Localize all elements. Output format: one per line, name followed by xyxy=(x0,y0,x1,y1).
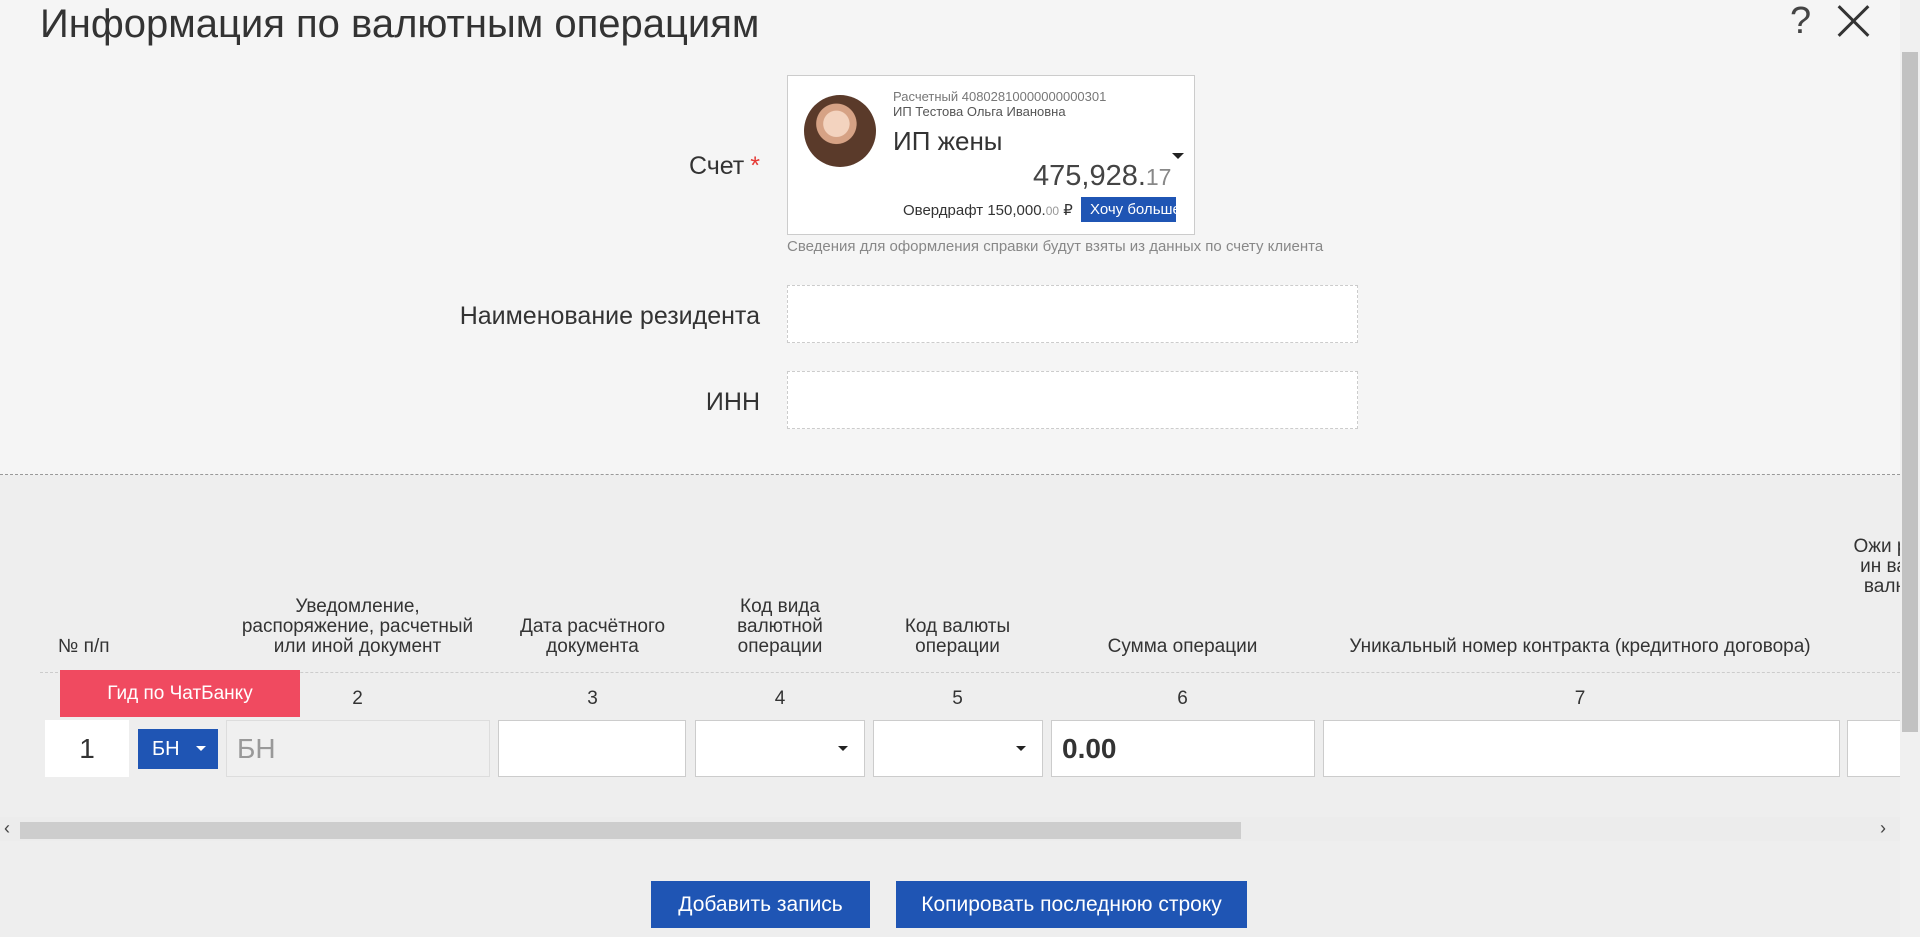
row-number: 1 xyxy=(45,720,129,777)
account-owner: ИП Тестова Ольга Ивановна xyxy=(893,104,1066,119)
add-record-button[interactable]: Добавить запись xyxy=(651,881,870,928)
document-field[interactable]: БН xyxy=(226,720,490,777)
overdraft-label: Овердрафт xyxy=(903,202,984,219)
chevron-down-icon xyxy=(838,746,848,751)
chevron-down-icon[interactable] xyxy=(1172,153,1184,159)
scroll-right-icon[interactable]: › xyxy=(1880,818,1886,838)
ruble-icon: ₽ xyxy=(1063,202,1073,219)
required-mark: * xyxy=(750,152,760,180)
section-divider xyxy=(0,474,1900,475)
col-number-4: 4 xyxy=(774,688,786,709)
chatbank-guide-button[interactable]: Гид по ЧатБанку xyxy=(60,670,300,717)
col-number-3: 3 xyxy=(587,688,598,709)
balance-cents: 17 xyxy=(1145,164,1172,190)
resident-name-label: Наименование резидента xyxy=(459,302,760,330)
contract-field[interactable] xyxy=(1323,720,1840,777)
date-field[interactable] xyxy=(498,720,686,777)
account-number: Расчетный 40802810000000000301 xyxy=(893,89,1107,104)
scroll-left-icon[interactable]: ‹ xyxy=(4,818,10,838)
op-code-select[interactable] xyxy=(695,720,865,777)
col-header-contract: Уникальный номер контракта (кредитного д… xyxy=(1349,636,1811,657)
col-header-date: Дата расчётного документа xyxy=(519,616,666,657)
expected-field[interactable] xyxy=(1847,720,1907,777)
doc-type-dropdown[interactable]: БН xyxy=(138,729,218,769)
account-selector[interactable]: Расчетный 40802810000000000301 ИП Тестов… xyxy=(787,75,1195,235)
col-header-sum: Сумма операции xyxy=(1107,636,1258,657)
header-divider xyxy=(40,672,1900,673)
account-balance: 475,928.17 xyxy=(1033,160,1171,193)
inn-field[interactable] xyxy=(787,371,1358,429)
copy-last-row-button[interactable]: Копировать последнюю строку xyxy=(896,881,1247,928)
sum-field[interactable]: 0.00 xyxy=(1051,720,1315,777)
close-icon[interactable] xyxy=(1836,2,1872,38)
col-number-6: 6 xyxy=(1177,688,1188,709)
inn-label: ИНН xyxy=(705,388,760,416)
col-header-currency-code: Код валюты операции xyxy=(904,616,1011,657)
vertical-scrollbar-thumb[interactable] xyxy=(1902,52,1918,732)
col-number-7: 7 xyxy=(1574,688,1586,709)
horizontal-scrollbar-thumb[interactable] xyxy=(20,822,1241,839)
overdraft-main: 150,000. xyxy=(987,202,1046,219)
overdraft-cents: 00 xyxy=(1045,204,1060,218)
chevron-down-icon xyxy=(1016,746,1026,751)
want-more-button[interactable]: Хочу больше xyxy=(1081,197,1176,222)
currency-code-select[interactable] xyxy=(873,720,1043,777)
help-icon[interactable]: ? xyxy=(1790,0,1811,42)
resident-name-field[interactable] xyxy=(787,285,1358,343)
doc-type-label: БН xyxy=(152,738,180,760)
page-title: Информация по валютным операциям xyxy=(40,2,760,46)
balance-main: 475,928. xyxy=(1033,160,1146,192)
chevron-down-icon xyxy=(196,746,206,751)
account-label: Счет * xyxy=(640,152,760,181)
col-header-document: Уведомление, распоряжение, расчетный или… xyxy=(241,596,474,657)
overdraft-info: Овердрафт 150,000.00 ₽ xyxy=(903,201,1073,219)
col-number-5: 5 xyxy=(952,688,963,709)
col-header-op-code: Код вида валютной операции xyxy=(737,596,823,657)
avatar xyxy=(804,95,876,167)
col-header-number: № п/п xyxy=(58,636,110,657)
account-name: ИП жены xyxy=(893,126,1003,156)
account-hint: Сведения для оформления справки будут вз… xyxy=(787,238,1324,255)
account-label-text: Счет xyxy=(688,152,745,180)
